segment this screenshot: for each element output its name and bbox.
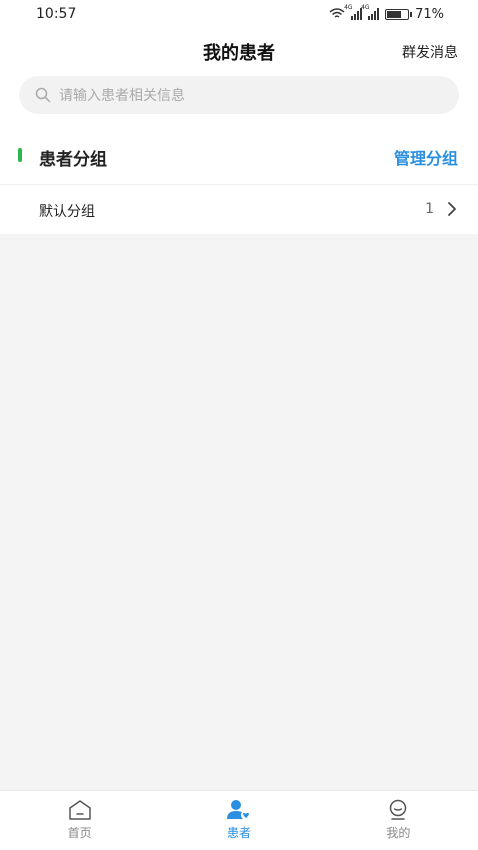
- search-area: 请输入患者相关信息: [0, 74, 478, 124]
- broadcast-message-button[interactable]: 群发消息: [402, 42, 458, 62]
- battery-icon: [385, 8, 413, 20]
- status-bar: 10:57 4G 4G 71%: [0, 0, 478, 28]
- search-input[interactable]: 请输入患者相关信息: [19, 76, 459, 114]
- top-nav: 我的患者 群发消息: [0, 28, 478, 74]
- bottom-tab-bar: 首页 患者 我的: [0, 790, 478, 850]
- home-icon: [68, 800, 91, 820]
- tab-label: 首页: [67, 826, 92, 840]
- patient-icon: [226, 800, 251, 820]
- status-icons: 4G 4G 71%: [329, 4, 444, 22]
- patient-group-header: 患者分组 管理分组: [0, 124, 478, 185]
- wifi-icon: [329, 8, 345, 18]
- tab-home[interactable]: 首页: [0, 791, 159, 850]
- battery-percent: 71%: [415, 6, 444, 22]
- tab-profile[interactable]: 我的: [319, 791, 478, 850]
- group-row[interactable]: 默认分组 1: [0, 185, 478, 234]
- tab-label: 患者: [226, 826, 251, 840]
- tab-label: 我的: [386, 826, 411, 840]
- screen: 10:57 4G 4G 71% 我的患者 群发消息 请输入患者相关信息 患者分组…: [0, 0, 478, 850]
- section-marker: [18, 148, 22, 162]
- group-name: 默认分组: [39, 204, 95, 220]
- network-type-label: 4G: [344, 4, 353, 11]
- search-placeholder: 请输入患者相关信息: [59, 88, 185, 104]
- section-title: 患者分组: [39, 150, 107, 170]
- profile-icon: [390, 799, 407, 820]
- chevron-right-icon: [448, 202, 456, 216]
- manage-groups-button[interactable]: 管理分组: [394, 145, 458, 169]
- signal-icon: 4G: [361, 4, 380, 20]
- group-count: 1: [425, 201, 434, 217]
- search-icon: [35, 87, 51, 103]
- network-type-label: 4G: [361, 4, 370, 11]
- tab-patients[interactable]: 患者: [159, 791, 318, 850]
- status-time: 10:57: [36, 6, 77, 22]
